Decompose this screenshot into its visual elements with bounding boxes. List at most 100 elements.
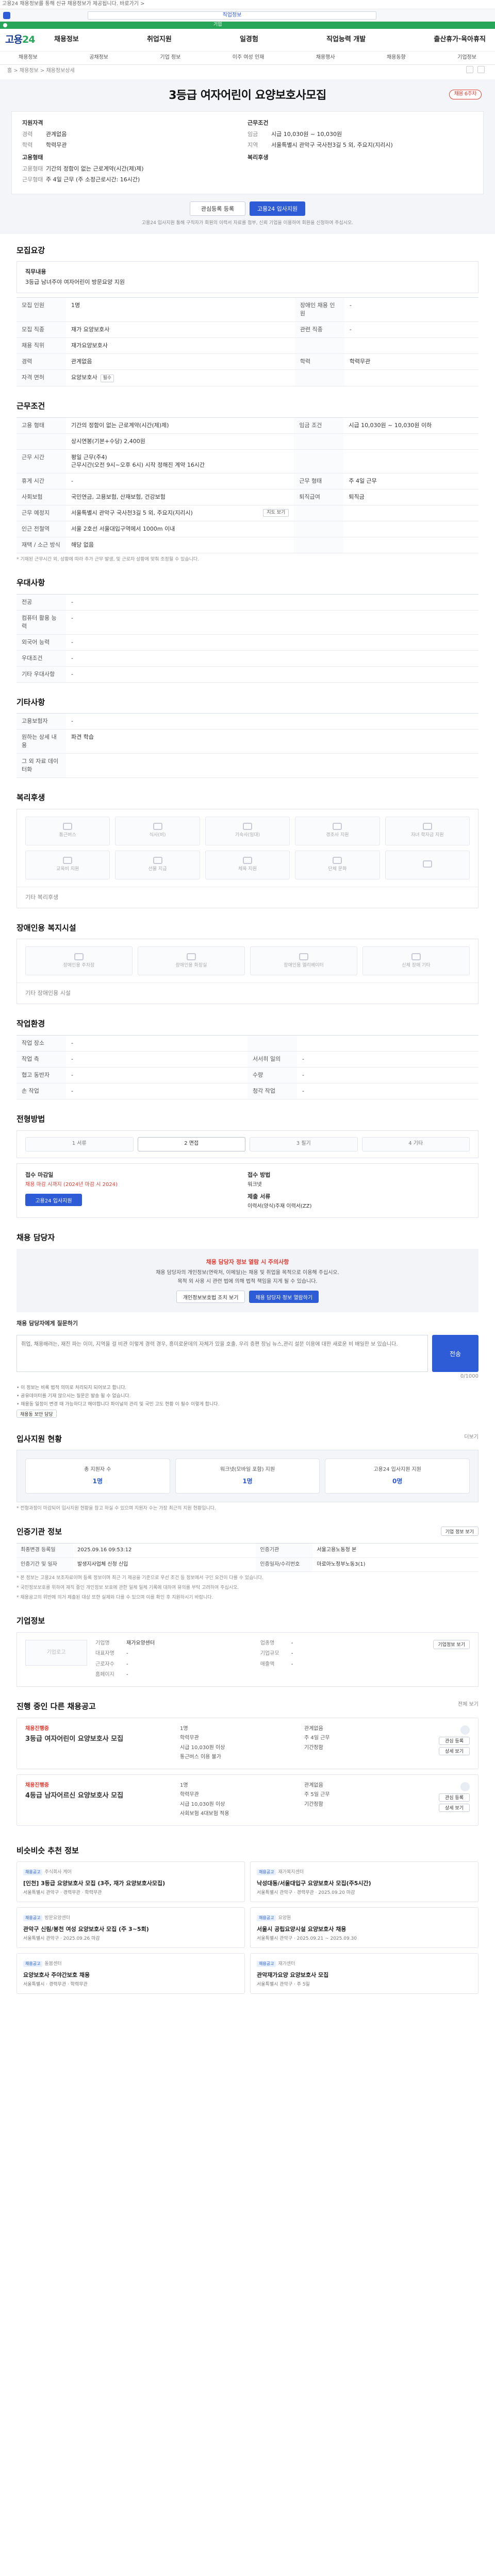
subnav-item[interactable]: 기업정보 bbox=[457, 54, 476, 62]
row-value-text: - bbox=[71, 654, 73, 662]
row-value-text: - bbox=[71, 1087, 73, 1094]
process-apply-button[interactable]: 고용24 입사지원 bbox=[25, 1194, 82, 1207]
post-left: 채용진행중 3등급 여자어린이 요양보호사 모집 bbox=[25, 1725, 180, 1761]
post-meta-item: 기간정함 bbox=[304, 1801, 323, 1807]
post-detail-button[interactable]: 상세 보기 bbox=[439, 1747, 470, 1755]
gnb-item[interactable]: 채용정보 bbox=[54, 35, 79, 45]
recommend-card[interactable]: 채용공고 요양원 서울시 공립요양시설 요양보호사 채용 서울특별시 관악구 · 20… bbox=[250, 1907, 478, 1948]
row-label: 장애인 채용 인원 bbox=[294, 297, 344, 323]
welfare-item bbox=[385, 850, 470, 879]
security-button[interactable]: 채용동 보안 담당 bbox=[16, 1410, 57, 1418]
post-save-button[interactable]: 관심 등록 bbox=[439, 1736, 470, 1745]
post-save-button[interactable]: 관심 등록 bbox=[439, 1793, 470, 1802]
recommend-title[interactable]: 관악구 신림/봉천 여성 요양보호사 모집 (주 3~5회) bbox=[23, 1925, 238, 1934]
breadcrumb: 홈 > 채용정보 > 채용정보상세 bbox=[7, 67, 75, 74]
print-icon[interactable] bbox=[477, 65, 485, 73]
recommend-title[interactable]: [인천] 3등급 요양보호사 모집 (3주, 재가 요양보호사모집) bbox=[23, 1879, 238, 1888]
share-icon[interactable] bbox=[466, 65, 473, 73]
recommend-title[interactable]: 요양보호사 주야간보호 채용 bbox=[23, 1971, 238, 1979]
docs-head: 제출 서류 bbox=[248, 1193, 271, 1200]
subnav-item[interactable]: 이주 여성 인재 bbox=[233, 54, 265, 62]
row-value: - bbox=[297, 1083, 478, 1099]
recommend-card[interactable]: 채용공고 돌봄센터 요양보호사 주야간보호 채용 서울특별시 · 경력무관 · 학력무… bbox=[16, 1953, 245, 1994]
welfare-label: 교육비 지원 bbox=[56, 867, 79, 872]
gnb-item[interactable]: 직업능력 개발 bbox=[326, 35, 366, 45]
other-post-card[interactable]: 채용진행중 3등급 여자어린이 요양보호사 모집 1명 관계없음 학력무관 주 4일 근무… bbox=[16, 1717, 478, 1769]
recommend-card[interactable]: 채용공고 주식회사 케어 [인천] 3등급 요양보호사 모집 (3주, 재가 요양보… bbox=[16, 1861, 245, 1903]
row-value: 해당 없음 bbox=[66, 537, 294, 554]
row-value: 요양보호사 필수 bbox=[66, 369, 295, 386]
recommend-title[interactable]: 관악재가요양 요양보호사 모집 bbox=[257, 1971, 472, 1979]
row-label bbox=[294, 505, 344, 522]
row-label: 서서히 일의 bbox=[248, 1051, 297, 1067]
row-value bbox=[343, 537, 478, 554]
row-label: 자격 면허 bbox=[16, 369, 66, 386]
top-search-input[interactable]: 직업정보 bbox=[88, 11, 376, 20]
workenv-table: 작업 장소 - 작업 측 - 서서히 일의 - 협고 동반자 - 수량 - 손 작업 - 청각 작업 - bbox=[16, 1035, 478, 1099]
company-detail-button[interactable]: 기업정보 보기 bbox=[433, 1639, 470, 1649]
recommend-company: 재가복지센터 bbox=[278, 1870, 304, 1875]
post-title[interactable]: 4등급 남자어르신 요양보호사 모집 bbox=[25, 1791, 180, 1801]
subnav-item[interactable]: 채용동향 bbox=[387, 54, 406, 62]
table-row: 우대조건 - bbox=[16, 650, 478, 667]
other-post-card[interactable]: 채용진행중 4등급 남자어르신 요양보호사 모집 1명 관계없음 학력무관 주 5일 근무… bbox=[16, 1774, 478, 1826]
summary-value: 시급 10,030원 ~ 10,030원 bbox=[271, 130, 342, 138]
job-title: 3등급 여자어린이 요양보호사모집 채용 6주차 bbox=[11, 88, 484, 104]
recommend-meta: 서울특별시 관악구 · 경력무관 · 학력무관 bbox=[23, 1890, 102, 1896]
subnav-item[interactable]: 채용행사 bbox=[316, 54, 335, 62]
send-question-button[interactable]: 전송 bbox=[432, 1335, 478, 1372]
other-posts-more-link[interactable]: 전체 보기 bbox=[458, 1701, 478, 1718]
row-value: - bbox=[66, 1067, 248, 1083]
subnav-item[interactable]: 기업 정보 bbox=[160, 54, 180, 62]
post-detail-button[interactable]: 상세 보기 bbox=[439, 1803, 470, 1812]
recommend-meta: 서울특별시 관악구 · 경력무관 · 2025.09.20 마감 bbox=[257, 1890, 355, 1896]
contact-section: 채용 담당자 채용 담당자 정보 열람 시 주의사항 채용 담당자의 개인정보(… bbox=[5, 1221, 490, 1422]
question-input[interactable] bbox=[16, 1335, 428, 1372]
info-note: * 채용공고의 위반에 의거 제출된 대상 또한 실제와 다를 수 있으며 이를… bbox=[16, 1595, 213, 1601]
row-value: 재가 요양보호사 bbox=[66, 321, 295, 338]
subnav-item[interactable]: 채용정보 bbox=[19, 54, 38, 62]
contact-note: • 공유데이터를 기재 않으시는 질문은 발송 될 수 없습니다. bbox=[16, 1393, 131, 1399]
map-button[interactable]: 지도 보기 bbox=[263, 509, 289, 517]
recommend-card[interactable]: 채용공고 재가센터 관악재가요양 요양보호사 모집 서울특별시 관악구 · 주 5일 bbox=[250, 1953, 478, 1994]
summary-label: 지역 bbox=[248, 141, 258, 148]
subnav-item[interactable]: 공채정보 bbox=[89, 54, 108, 62]
process-step: 2 면접 bbox=[137, 1137, 245, 1151]
gnb-item[interactable]: 일경험 bbox=[240, 35, 258, 45]
section-title: 인증기관 정보 bbox=[16, 1527, 62, 1537]
privacy-law-button[interactable]: 개인정보보호법 조치 보기 bbox=[176, 1291, 245, 1303]
recommend-title[interactable]: 서울시 공립요양시설 요양보호사 채용 bbox=[257, 1925, 472, 1934]
company-info-button[interactable]: 기업 정보 보기 bbox=[440, 1527, 478, 1536]
summary-row: 경력 관계없음 bbox=[22, 130, 248, 139]
section-title: 기타사항 bbox=[16, 697, 45, 707]
row-label: 휴게 시간 bbox=[16, 473, 66, 490]
prefer-table: 전공 - 컴퓨터 활용 능력 - 외국어 능력 - 우대조건 - 기타 우대사항 - bbox=[16, 594, 478, 683]
recommend-card[interactable]: 채용공고 재가복지센터 낙성대동/서울대입구 요양보호사 모집(주5시간) 서울특별시… bbox=[250, 1861, 478, 1903]
section-title: 입사지원 현황 bbox=[16, 1434, 62, 1444]
post-title[interactable]: 3등급 여자어린이 요양보호사 모집 bbox=[25, 1735, 180, 1744]
gnb-item[interactable]: 취업지원 bbox=[147, 35, 172, 45]
applicants-more-link[interactable]: 더보기 bbox=[464, 1434, 478, 1450]
welfare-label: 선물 지급 bbox=[148, 867, 167, 872]
top-notice[interactable]: 고용24 채용정보를 통해 신규 채용정보가 제공됩니다. 바로가기 > bbox=[0, 0, 495, 9]
welfare-item: 단체 문화 bbox=[295, 850, 380, 879]
site-logo[interactable]: 고용24 bbox=[5, 33, 54, 47]
view-contact-button[interactable]: 채용 담당자 정보 열람하기 bbox=[249, 1291, 319, 1303]
row-value: 국민연금, 고용보험, 산재보험, 건강보험 bbox=[66, 489, 294, 506]
summary-label: 학력 bbox=[22, 141, 33, 148]
post-meta-item: 1명 bbox=[180, 1725, 188, 1732]
row-value: 상시연봉(기본+수당) 2,400원 bbox=[66, 433, 294, 450]
apply-button[interactable]: 고용24 입사지원 bbox=[250, 201, 305, 216]
row-value-text: 서울 2호선 서울대입구역에서 1000m 이내 bbox=[71, 526, 175, 533]
welfare-item: 체육 지원 bbox=[205, 850, 290, 879]
site-favicon-icon bbox=[3, 11, 10, 19]
row-value bbox=[344, 337, 478, 354]
recommend-title[interactable]: 낙성대동/서울대입구 요양보호사 모집(주5시간) bbox=[257, 1879, 472, 1888]
gnb-item[interactable]: 출산휴가·육아휴직 bbox=[434, 35, 486, 45]
row-label: 근무 예정지 bbox=[16, 505, 66, 522]
recommend-card[interactable]: 채용공고 방문요양센터 관악구 신림/봉천 여성 요양보호사 모집 (주 3~5회)… bbox=[16, 1907, 245, 1948]
row-value: 퇴직금 bbox=[343, 489, 478, 506]
table-row: 작업 장소 - bbox=[16, 1035, 478, 1052]
save-interest-button[interactable]: 관심등록 등록 bbox=[190, 201, 245, 216]
company-section: 기업정보 기업로고 기업명 재가요양센터 업종명 - 대표자명 - 기업규모 - 근로자수 - 매출… bbox=[5, 1604, 490, 1690]
